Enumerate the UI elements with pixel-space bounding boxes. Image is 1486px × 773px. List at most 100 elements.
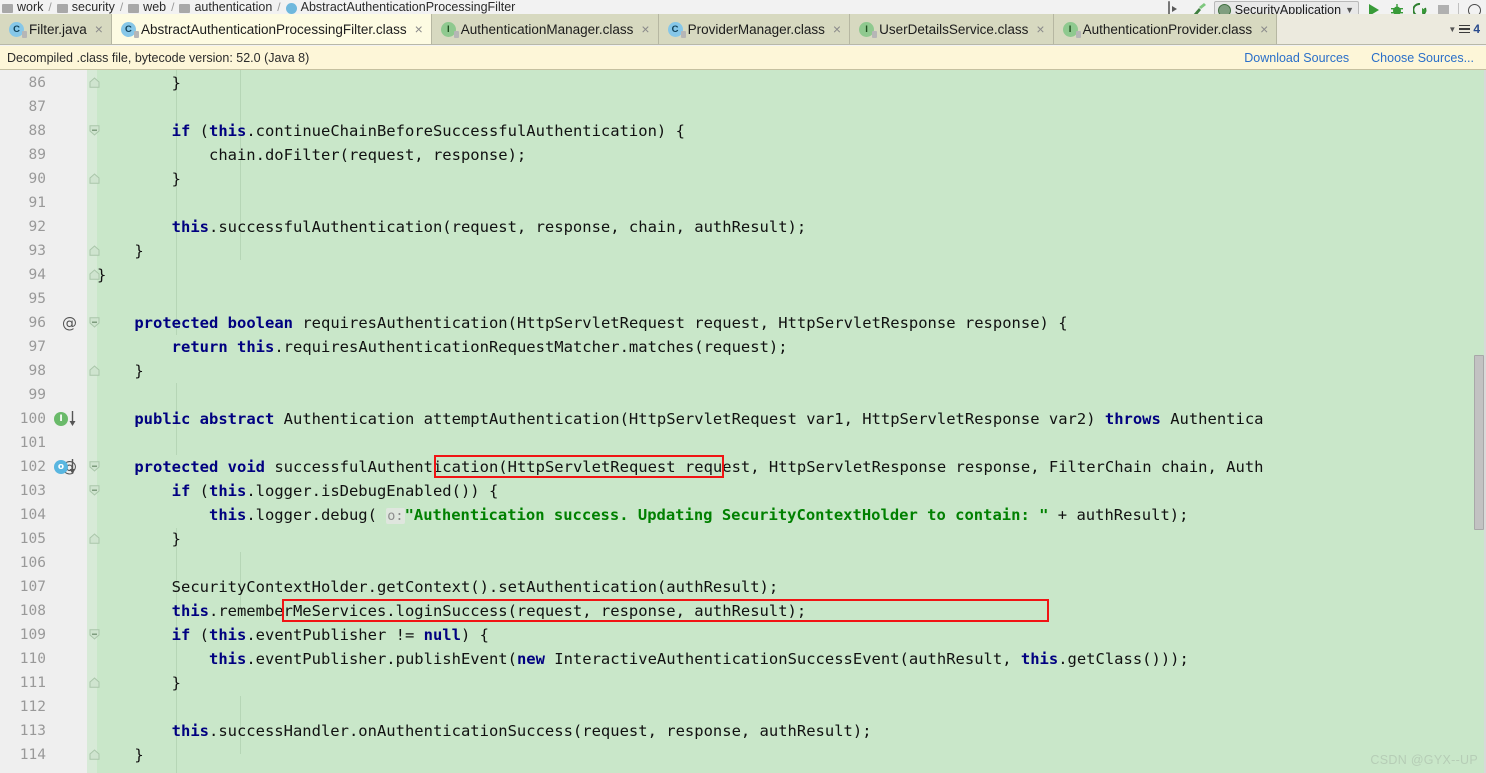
chevron-down-icon[interactable]: ▼ — [1448, 25, 1456, 34]
scrollbar-thumb[interactable] — [1474, 355, 1484, 530]
editor-tab-filter-java[interactable]: C Filter.java × — [0, 14, 112, 44]
code-line[interactable]: if (this.eventPublisher != null) { — [97, 623, 1486, 647]
line-number: 112 — [19, 699, 46, 715]
vertical-scrollbar[interactable] — [1472, 70, 1486, 773]
code-line[interactable] — [97, 191, 1486, 215]
tab-bar-filler — [1277, 14, 1449, 44]
code-token: Authentica — [1160, 410, 1264, 428]
code-editor[interactable]: @ I @ o 86 87 88 89 90 91 92 93 94 95 96 97 98 99 100 101 1… — [0, 70, 1486, 773]
notification-message: Decompiled .class file, bytecode version… — [7, 50, 310, 65]
code-token: } — [97, 674, 181, 692]
breadcrumb-item-security[interactable]: security — [56, 0, 115, 14]
line-number: 97 — [28, 339, 46, 355]
line-number: 109 — [19, 627, 46, 643]
code-line[interactable] — [97, 287, 1486, 311]
editor-tab-authenticationmanager-class[interactable]: I AuthenticationManager.class × — [431, 14, 659, 44]
line-number: 108 — [19, 603, 46, 619]
code-line[interactable]: } — [97, 71, 1486, 95]
line-number: 104 — [19, 507, 46, 523]
editor-tab-abstractauthenticationprocessingfilter-class[interactable]: C AbstractAuthenticationProcessingFilter.… — [111, 14, 432, 44]
editor-tab-authenticationprovider-class[interactable]: I AuthenticationProvider.class × — [1053, 14, 1278, 44]
code-token: ( — [190, 122, 209, 140]
line-number: 96 — [28, 315, 46, 331]
folder-icon — [128, 3, 140, 13]
close-icon[interactable]: × — [95, 22, 103, 36]
close-icon[interactable]: × — [641, 22, 649, 36]
code-line[interactable]: chain.doFilter(request, response); — [97, 143, 1486, 167]
implemented-method-icon[interactable]: I — [54, 412, 68, 426]
line-number: 94 — [28, 267, 46, 283]
breadcrumb-item-abstractauthenticationprocessingfilter[interactable]: AbstractAuthenticationProcessingFilter — [285, 0, 515, 14]
code-line[interactable] — [97, 383, 1486, 407]
close-icon[interactable]: × — [1036, 22, 1044, 36]
breadcrumb-item-authentication[interactable]: authentication — [179, 0, 272, 14]
code-line[interactable] — [97, 431, 1486, 455]
close-icon[interactable]: × — [415, 22, 423, 36]
code-line[interactable]: this.eventPublisher.publishEvent(new Int… — [97, 647, 1486, 671]
code-line[interactable]: return this.requiresAuthenticationReques… — [97, 335, 1486, 359]
code-line[interactable]: } — [97, 167, 1486, 191]
code-line[interactable] — [97, 95, 1486, 119]
line-number: 92 — [28, 219, 46, 235]
tab-list-icon[interactable] — [1459, 24, 1471, 34]
tab-label: AbstractAuthenticationProcessingFilter.c… — [140, 21, 407, 37]
breadcrumb-item-work[interactable]: work — [2, 0, 43, 14]
code-line[interactable]: this.successfulAuthentication(request, r… — [97, 215, 1486, 239]
code-line[interactable]: } — [97, 239, 1486, 263]
tab-label: Filter.java — [29, 21, 87, 37]
code-line[interactable]: this.rememberMeServices.loginSuccess(req… — [97, 599, 1486, 623]
descend-arrow-icon[interactable] — [68, 459, 77, 475]
close-icon[interactable]: × — [1260, 22, 1268, 36]
code-token: this — [209, 626, 247, 644]
code-line[interactable]: public abstract Authentication attemptAu… — [97, 407, 1486, 431]
download-sources-link[interactable]: Download Sources — [1244, 51, 1349, 65]
tab-overflow-controls[interactable]: ▼ 4 — [1448, 14, 1486, 44]
editor-tab-providermanager-class[interactable]: C ProviderManager.class × — [658, 14, 851, 44]
code-line[interactable]: } — [97, 671, 1486, 695]
descend-arrow-icon[interactable] — [68, 411, 77, 427]
code-line[interactable] — [97, 551, 1486, 575]
line-number: 101 — [19, 435, 46, 451]
line-number: 99 — [28, 387, 46, 403]
code-line[interactable]: if (this.logger.isDebugEnabled()) { — [97, 479, 1486, 503]
code-token: if — [171, 482, 191, 500]
code-token: requiresAuthentication(HttpServletReques… — [293, 314, 1068, 332]
override-annotation-marker[interactable]: @ — [62, 311, 77, 335]
code-line[interactable]: if (this.continueChainBeforeSuccessfulAu… — [97, 119, 1486, 143]
code-line[interactable] — [97, 695, 1486, 719]
code-line[interactable]: this.successHandler.onAuthenticationSucc… — [97, 719, 1486, 743]
choose-sources-link[interactable]: Choose Sources... — [1371, 51, 1474, 65]
code-token: .successHandler.onAuthenticationSuccess(… — [208, 722, 872, 740]
code-line[interactable]: } — [97, 527, 1486, 551]
close-icon[interactable]: × — [833, 22, 841, 36]
line-number: 107 — [19, 579, 46, 595]
breadcrumb-item-web[interactable]: web — [128, 0, 166, 14]
line-number: 93 — [28, 243, 46, 259]
code-token: ) { — [460, 626, 489, 644]
code-line[interactable]: protected boolean requiresAuthentication… — [97, 311, 1486, 335]
code-token: SecurityContextHolder.getContext().setAu… — [97, 578, 779, 596]
editor-tab-userdetailsservice-class[interactable]: I UserDetailsService.class × — [850, 14, 1054, 44]
code-token: this — [171, 722, 209, 740]
code-line[interactable]: } — [97, 743, 1486, 767]
code-line[interactable]: this.logger.debug( o:"Authentication suc… — [97, 503, 1486, 527]
overridden-method-icon[interactable]: o — [54, 460, 68, 474]
class-icon: C — [9, 21, 27, 38]
code-line[interactable]: SecurityContextHolder.getContext().setAu… — [97, 575, 1486, 599]
code-line[interactable]: } — [97, 359, 1486, 383]
code-token: this — [1020, 650, 1059, 668]
code-line[interactable]: protected void successfulAuthentication(… — [97, 455, 1486, 479]
code-content[interactable]: } if (this.continueChainBeforeSuccessful… — [97, 70, 1486, 773]
code-line[interactable]: } — [97, 263, 1486, 287]
line-number: 87 — [28, 99, 46, 115]
breadcrumb-separator: / — [171, 0, 175, 14]
code-token: .logger.debug( — [246, 506, 387, 524]
editor-tab-bar: C Filter.java × C AbstractAuthenticationProc… — [0, 14, 1486, 45]
line-number: 111 — [19, 675, 46, 691]
